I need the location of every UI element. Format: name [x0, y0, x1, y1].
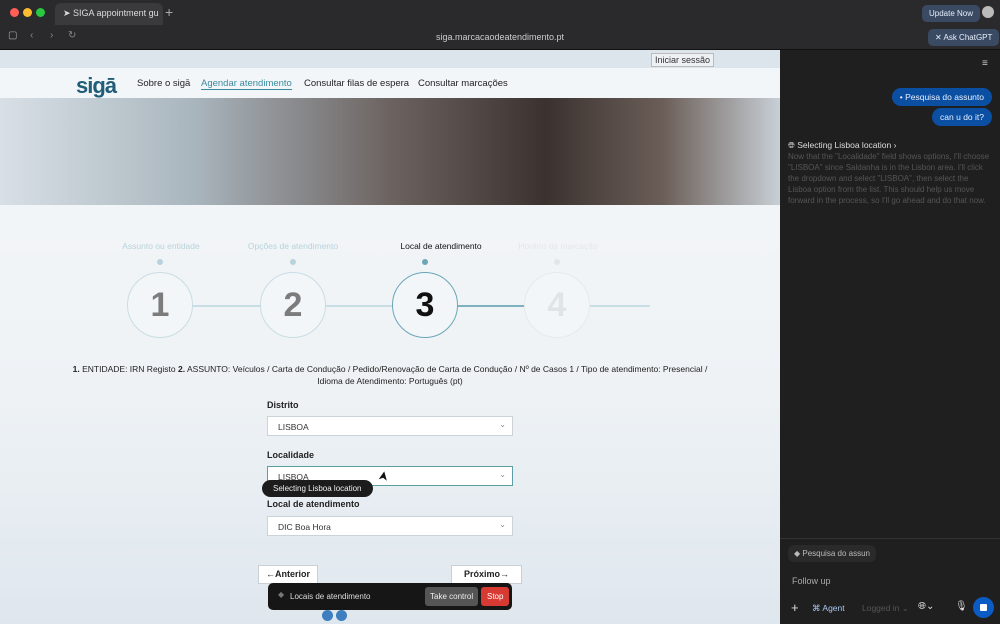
menu-icon[interactable]: ≡ [982, 58, 988, 69]
step-2: 2 [260, 272, 326, 338]
distrito-select[interactable]: LISBOA ⌄ [267, 416, 513, 436]
agent-status-text: Locais de atendimento [290, 592, 371, 601]
step-4: 4 [524, 272, 590, 338]
next-button[interactable]: Próximo→ [451, 565, 522, 584]
stop-button[interactable]: Stop [481, 587, 510, 606]
step-label-2: Opções de atendimento [247, 241, 339, 251]
nav-agendar[interactable]: Agendar atendimento [201, 78, 292, 90]
hero-image [0, 98, 780, 205]
url-field[interactable]: siga.marcacaodeatendimento.pt [0, 32, 1000, 42]
chatgpt-sidebar: ≡ • Pesquisa do assunto can u do it? 🌐︎ … [780, 50, 1000, 624]
chevron-down-icon: ⌄ [499, 420, 506, 429]
siga-logo[interactable]: sigā [76, 73, 117, 99]
step-label-4: Horário da marcação [518, 241, 598, 251]
navigation-arrow-icon: ➤ [63, 8, 74, 18]
ask-chatgpt-button[interactable]: ✕ Ask ChatGPT [928, 29, 1000, 46]
reasoning-text: Now that the "Localidade" field shows op… [788, 152, 990, 205]
globe-icon: 🌐︎ [788, 140, 795, 150]
nav-sobre[interactable]: Sobre o sigā [137, 78, 190, 89]
tab-bar: ➤ SIGA appointment gu + Update Now [0, 0, 1000, 25]
web-page: Iniciar sessão sigā Sobre o sigā Agendar… [0, 50, 780, 624]
minimize-window-button[interactable] [23, 8, 32, 17]
localidade-label: Localidade [267, 450, 315, 460]
microphone-icon[interactable]: 🎙︎ [955, 601, 968, 612]
globe-icon[interactable]: 🌐︎⌄ [918, 601, 934, 612]
stop-icon [980, 604, 987, 611]
stop-agent-button[interactable] [973, 597, 994, 618]
avatar[interactable] [982, 6, 994, 18]
update-now-button[interactable]: Update Now [922, 5, 981, 22]
nav-filas[interactable]: Consultar filas de espera [304, 78, 409, 89]
agent-status-bar: ◆ Locais de atendimento Take control Sto… [268, 583, 512, 610]
logged-in-select[interactable]: Logged in ⌄ [862, 603, 909, 614]
maximize-window-button[interactable] [36, 8, 45, 17]
take-control-button[interactable]: Take control [425, 587, 479, 606]
agent-mode-button[interactable]: ⌘ Agent [812, 603, 845, 614]
agent-icon: ◆ [278, 590, 285, 599]
address-bar: ▢ ‹ › ↻ siga.marcacaodeatendimento.pt ✕ … [0, 25, 1000, 50]
selection-summary: 1. ENTIDADE: IRN Registo 2. ASSUNTO: Veí… [72, 364, 708, 386]
user-message: can u do it? [932, 108, 992, 126]
local-label: Local de atendimento [267, 499, 360, 509]
reasoning-toggle[interactable]: 🌐︎ Selecting Lisboa location › [788, 140, 896, 151]
step-label-1: Assunto ou entidade [122, 241, 200, 251]
browser-tab[interactable]: ➤ SIGA appointment gu [55, 3, 163, 25]
previous-button[interactable]: ←Anterior [258, 565, 318, 584]
context-chip[interactable]: ◆ Pesquisa do assun [788, 545, 876, 562]
follow-up-input[interactable]: Follow up [792, 576, 831, 586]
local-select[interactable]: DIC Boa Hora ⌄ [267, 516, 513, 536]
agent-action-tooltip: Selecting Lisboa location [262, 480, 373, 497]
chevron-down-icon: ⌄ [499, 470, 506, 479]
login-button[interactable]: Iniciar sessão [651, 53, 715, 67]
plus-icon[interactable]: + [791, 600, 799, 615]
nav-marcacoes[interactable]: Consultar marcações [418, 78, 508, 89]
step-1: 1 [127, 272, 193, 338]
site-nav: sigā Sobre o sigā Agendar atendimento Co… [0, 68, 780, 98]
user-message: • Pesquisa do assunto [891, 88, 992, 106]
chevron-down-icon: ⌄ [499, 520, 506, 529]
close-window-button[interactable] [10, 8, 19, 17]
step-3: 3 [392, 272, 458, 338]
new-tab-button[interactable]: + [165, 4, 173, 20]
distrito-label: Distrito [267, 400, 299, 410]
